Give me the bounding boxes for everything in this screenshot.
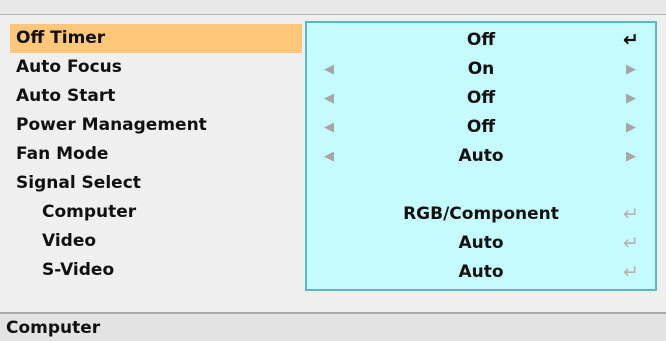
value-row-power-management[interactable]: ◀ Off ▶ xyxy=(307,113,655,142)
value-row-s-video[interactable]: Auto ↵ xyxy=(307,258,655,287)
enter-arrow-icon[interactable]: ↵ xyxy=(621,229,641,258)
menu-item-auto-start[interactable]: Auto Start xyxy=(10,82,302,111)
auto-focus-value: On xyxy=(467,59,495,79)
value-row-fan-mode[interactable]: ◀ Auto ▶ xyxy=(307,142,655,171)
enter-arrow-icon[interactable]: ↵ xyxy=(621,258,641,287)
value-row-auto-focus[interactable]: ◀ On ▶ xyxy=(307,55,655,84)
value-row-video[interactable]: Auto ↵ xyxy=(307,229,655,258)
left-arrow-icon[interactable]: ◀ xyxy=(321,113,337,142)
menu-panel: Off Timer Auto Focus Auto Start Power Ma… xyxy=(0,15,666,312)
setting-labels: Off Timer Auto Focus Auto Start Power Ma… xyxy=(10,24,302,285)
value-row-signal-select xyxy=(307,171,655,200)
left-arrow-icon[interactable]: ◀ xyxy=(321,142,337,171)
top-bar xyxy=(0,0,666,15)
video-value: Auto xyxy=(458,233,504,253)
enter-arrow-icon[interactable]: ↵ xyxy=(621,200,641,229)
right-arrow-icon[interactable]: ▶ xyxy=(623,55,639,84)
auto-start-value: Off xyxy=(466,88,496,108)
left-arrow-icon[interactable]: ◀ xyxy=(321,55,337,84)
menu-item-computer[interactable]: Computer xyxy=(10,198,302,227)
s-video-value: Auto xyxy=(458,262,504,282)
fan-mode-value: Auto xyxy=(458,146,504,166)
menu-item-fan-mode[interactable]: Fan Mode xyxy=(10,140,302,169)
status-text: Computer xyxy=(6,318,101,338)
menu-item-signal-select: Signal Select xyxy=(16,173,141,193)
enter-arrow-icon[interactable]: ↵ xyxy=(621,26,641,55)
menu-item-auto-focus[interactable]: Auto Focus xyxy=(10,53,302,82)
menu-item-off-timer[interactable]: Off Timer xyxy=(10,24,302,53)
menu-item-video[interactable]: Video xyxy=(10,227,302,256)
menu-item-s-video[interactable]: S-Video xyxy=(10,256,302,285)
power-management-value: Off xyxy=(466,117,496,137)
value-row-off-timer[interactable]: Off ↵ xyxy=(307,26,655,55)
value-row-auto-start[interactable]: ◀ Off ▶ xyxy=(307,84,655,113)
right-arrow-icon[interactable]: ▶ xyxy=(623,142,639,171)
value-row-computer[interactable]: RGB/Component ↵ xyxy=(307,200,655,229)
setting-values-panel: Off ↵ ◀ On ▶ ◀ Off ▶ ◀ Off ▶ ◀ Auto ▶ RG… xyxy=(305,21,657,291)
projector-osd-menu: Off Timer Auto Focus Auto Start Power Ma… xyxy=(0,0,666,341)
computer-value: RGB/Component xyxy=(403,204,559,224)
right-arrow-icon[interactable]: ▶ xyxy=(623,84,639,113)
menu-item-power-management[interactable]: Power Management xyxy=(10,111,302,140)
left-arrow-icon[interactable]: ◀ xyxy=(321,84,337,113)
right-arrow-icon[interactable]: ▶ xyxy=(623,113,639,142)
off-timer-value: Off xyxy=(466,30,496,50)
status-bar: Computer xyxy=(0,312,666,341)
